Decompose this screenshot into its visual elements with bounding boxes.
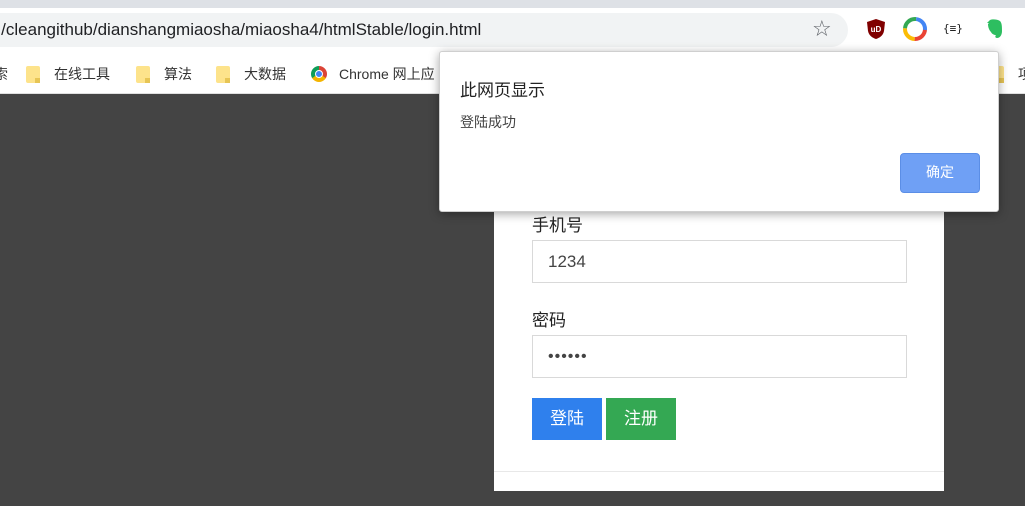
bookmark-label: 项 [1018,64,1025,84]
card-divider [494,471,944,472]
dialog-message: 登陆成功 [460,115,516,131]
bookmark-star-icon[interactable]: ☆ [812,17,832,43]
json-viewer-label: {≡} [943,22,963,35]
folder-icon [216,65,230,83]
bookmark-label: Chrome 网上应 [339,66,435,82]
browser-toolbar: e:/cleangithub/dianshangmiaosha/miaosha4… [0,8,1025,54]
dialog-ok-button[interactable]: 确定 [900,153,980,193]
ublock-label: uD [871,25,882,34]
alert-dialog: 此网页显示 登陆成功 确定 [439,51,999,212]
bookmark-folder-algorithms[interactable]: 算法 [136,63,192,85]
bookmark-item[interactable]: 索 [0,63,8,85]
dialog-title: 此网页显示 [460,81,545,101]
bookmark-label: 大数据 [244,66,286,82]
bookmark-chrome-webstore[interactable]: Chrome 网上应 [311,63,435,85]
chrome-icon [311,66,327,82]
bookmark-folder-bigdata[interactable]: 大数据 [216,63,286,85]
phone-input[interactable]: 1234 [532,240,907,283]
ublock-origin-icon[interactable]: uD [864,17,888,41]
bookmark-label: 算法 [164,66,192,82]
evernote-icon[interactable] [983,17,1007,41]
bookmark-label: 在线工具 [54,66,110,82]
register-button[interactable]: 注册 [606,398,676,440]
browser-tab-strip [0,0,1025,8]
address-bar[interactable]: e:/cleangithub/dianshangmiaosha/miaosha4… [0,13,848,47]
phone-label: 手机号 [532,216,583,236]
login-button[interactable]: 登陆 [532,398,602,440]
password-input[interactable]: •••••• [532,335,907,378]
color-picker-icon[interactable] [903,17,927,41]
bookmark-label: 索 [0,66,8,82]
folder-icon [136,65,150,83]
folder-icon [26,65,40,83]
bookmark-folder-tools[interactable]: 在线工具 [26,63,110,85]
address-url[interactable]: e:/cleangithub/dianshangmiaosha/miaosha4… [0,20,481,40]
password-label: 密码 [532,311,566,331]
json-viewer-icon[interactable]: {≡} [943,17,967,41]
